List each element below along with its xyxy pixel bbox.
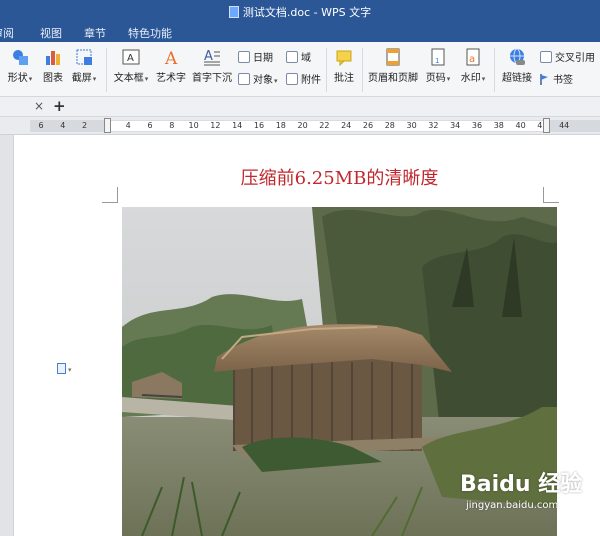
crossref-icon <box>540 51 552 63</box>
ruler-number: 4 <box>125 121 131 130</box>
ruler-number: 6 <box>38 121 44 130</box>
ruler-indent-marker-right[interactable] <box>543 118 550 133</box>
ruler-number: 16 <box>253 121 265 130</box>
wordart-button[interactable]: A 艺术字 <box>155 48 187 84</box>
ribbon-separator <box>362 48 363 92</box>
paperclip-icon <box>286 73 298 85</box>
watermark-button[interactable]: a 水印▾ <box>457 48 489 84</box>
ruler-number: 38 <box>493 121 504 130</box>
field-icon <box>286 51 298 63</box>
ribbon-toolbar: 形状▾ 图表 截屏▾ A 文本框▾ A 艺术字 A 首字下沉 日期 域 对象▾ … <box>0 42 600 97</box>
screenshot-button[interactable]: 截屏▾ <box>68 48 100 84</box>
textbox-icon: A <box>122 48 140 66</box>
ruler-number: 10 <box>188 121 199 130</box>
margin-corner-left <box>102 187 118 203</box>
ruler-number: 30 <box>406 121 417 130</box>
ruler-number: 18 <box>275 121 286 130</box>
shape-button[interactable]: 形状▾ <box>4 48 36 84</box>
wordart-icon: A <box>162 48 180 69</box>
close-tab-icon[interactable]: × <box>34 99 44 113</box>
chevron-down-icon: ▾ <box>68 366 72 374</box>
svg-text:A: A <box>127 53 134 64</box>
bookmark-button[interactable]: 书签 <box>540 71 573 86</box>
ruler-number: 28 <box>384 121 395 130</box>
ruler-number: 8 <box>169 121 175 130</box>
dropcap-icon: A <box>203 48 221 66</box>
document-heading[interactable]: 压缩前6.25MB的清晰度 <box>122 164 557 190</box>
page-number-button[interactable]: 1 页码▾ <box>423 48 453 84</box>
watermark-icon: a <box>464 48 482 66</box>
attachment-button[interactable]: 附件 <box>286 71 321 86</box>
ribbon-separator <box>494 48 495 92</box>
window-title: 测试文档.doc - WPS 文字 <box>0 4 600 20</box>
menu-chapter[interactable]: 章节 <box>84 25 106 41</box>
svg-text:A: A <box>164 49 178 66</box>
header-footer-icon <box>384 48 402 66</box>
calendar-icon <box>238 51 250 63</box>
title-bar: 测试文档.doc - WPS 文字 <box>0 0 600 22</box>
chart-icon <box>44 48 62 66</box>
ruler-indent-marker-left[interactable] <box>104 118 111 133</box>
ruler-number: 36 <box>471 121 483 130</box>
ribbon-separator <box>106 48 107 92</box>
object-icon <box>238 73 250 85</box>
object-button[interactable]: 对象▾ <box>238 71 278 86</box>
ruler-number: 22 <box>319 121 330 130</box>
ruler-number: 44 <box>559 121 570 130</box>
document-tab-bar: × + <box>0 97 600 117</box>
page-icon <box>57 363 66 374</box>
globe-link-icon <box>508 48 526 66</box>
crossref-button[interactable]: 交叉引用 <box>540 49 595 64</box>
field-button[interactable]: 域 <box>286 49 311 64</box>
ruler-number: 6 <box>147 121 153 130</box>
screenshot-icon <box>75 48 93 66</box>
ruler-number: 34 <box>450 121 461 130</box>
ruler-number: 40 <box>515 121 526 130</box>
ruler-number: 32 <box>428 121 439 130</box>
menu-special[interactable]: 特色功能 <box>128 25 172 41</box>
bookmark-flag-icon <box>540 74 549 85</box>
page-margin-icon[interactable]: ▾ <box>57 363 72 377</box>
page-number-icon: 1 <box>429 48 447 66</box>
menu-review[interactable]: 审阅 <box>0 25 14 41</box>
chart-button[interactable]: 图表 <box>40 48 66 84</box>
shape-icon <box>11 48 29 66</box>
document-icon <box>228 6 239 18</box>
ruler-number: 24 <box>341 121 352 130</box>
ruler-number: 12 <box>210 121 221 130</box>
comment-icon <box>335 48 353 67</box>
ruler-number: 26 <box>362 121 374 130</box>
ribbon-separator <box>326 48 327 92</box>
ruler-number: 20 <box>297 121 308 130</box>
menu-view[interactable]: 视图 <box>40 25 62 41</box>
new-tab-button[interactable]: + <box>53 97 66 115</box>
header-footer-button[interactable]: 页眉和页脚 <box>366 48 420 84</box>
date-button[interactable]: 日期 <box>238 49 273 64</box>
hyperlink-button[interactable]: 超链接 <box>500 48 534 84</box>
baidu-jingyan-watermark: Baidu 经验 jingyan.baidu.com <box>460 472 583 511</box>
ruler-number: 2 <box>82 121 88 130</box>
ruler-number: 14 <box>232 121 243 130</box>
svg-text:1: 1 <box>435 57 439 65</box>
menu-bar: 审阅 视图 章节 特色功能 <box>0 22 600 42</box>
ruler-number: 4 <box>60 121 66 130</box>
textbox-button[interactable]: A 文本框▾ <box>110 48 152 84</box>
comment-button[interactable]: 批注 <box>330 48 358 84</box>
svg-text:a: a <box>469 54 475 65</box>
horizontal-ruler: 6422468101214161820222426283032343638404… <box>0 117 600 135</box>
dropcap-button[interactable]: A 首字下沉 <box>191 48 233 84</box>
